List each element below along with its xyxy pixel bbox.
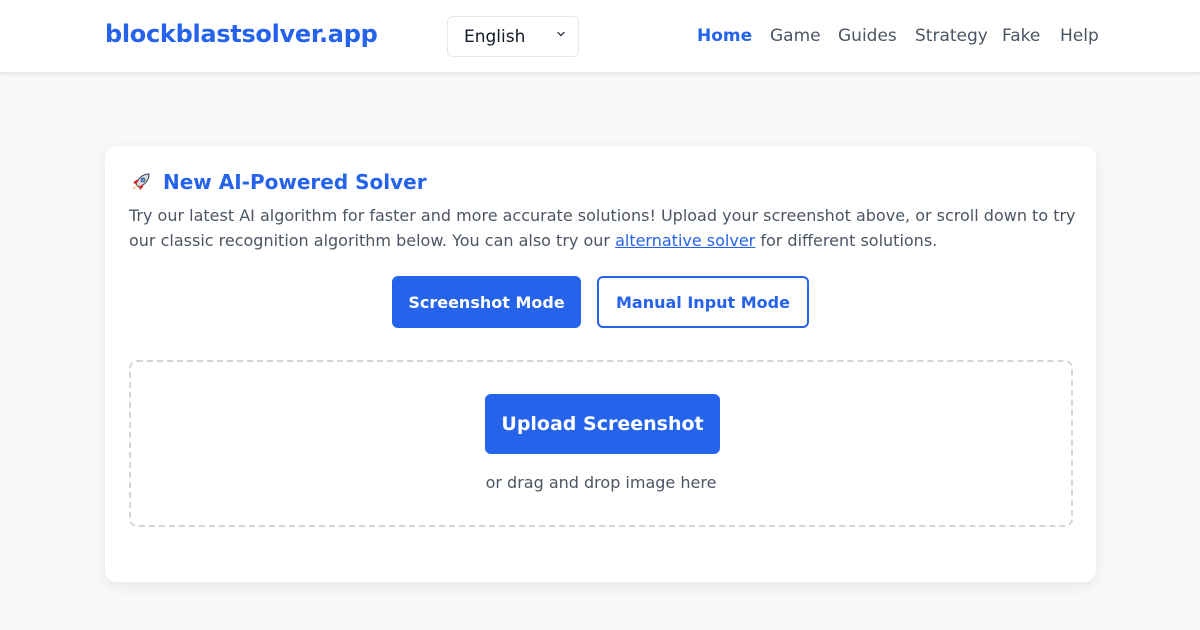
description-text-end: for different solutions. [755,230,938,250]
screenshot-mode-button[interactable]: Screenshot Mode [392,276,581,328]
nav-guides[interactable]: Guides [838,26,897,46]
nav-game[interactable]: Game [770,26,821,46]
card-description: Try our latest AI algorithm for faster a… [129,204,1079,253]
ai-solver-card: New AI-Powered Solver Try our latest AI … [105,146,1096,582]
nav-strategy[interactable]: Strategy [915,26,988,46]
site-header: blockblastsolver.app English Home Game G… [0,0,1200,73]
upload-dropzone[interactable]: Upload Screenshot or drag and drop image… [129,360,1073,527]
manual-input-mode-button[interactable]: Manual Input Mode [597,276,809,328]
drag-drop-hint: or drag and drop image here [485,473,717,492]
alternative-solver-link[interactable]: alternative solver [615,231,755,250]
card-title: New AI-Powered Solver [129,170,427,194]
rocket-icon [129,170,153,194]
upload-screenshot-button[interactable]: Upload Screenshot [485,394,720,454]
nav-help[interactable]: Help [1060,26,1099,46]
nav-home[interactable]: Home [697,26,752,46]
main-nav: Home Game Guides Strategy Fake Help [0,26,1200,50]
nav-fake[interactable]: Fake [1002,26,1040,46]
card-title-text: New AI-Powered Solver [163,170,427,194]
